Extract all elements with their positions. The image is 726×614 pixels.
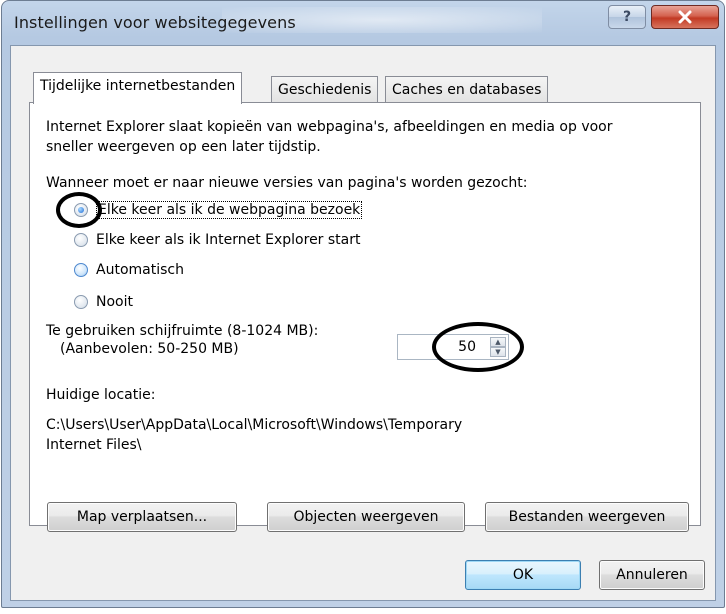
view-objects-button[interactable]: Objecten weergeven [267,502,465,532]
description-line-1: Internet Explorer slaat kopieën van webp… [46,119,613,135]
current-location-line-1: C:\Users\User\AppData\Local\Microsoft\Wi… [46,417,463,433]
radio-label: Elke keer als ik de webpagina bezoek [96,201,363,219]
title-bar[interactable]: Instellingen voor websitegegevens ? x [2,1,724,45]
radio-icon[interactable] [74,233,88,247]
disk-space-stepper[interactable]: 50 ▲ ▼ [397,334,509,360]
radio-never[interactable]: Nooit [74,291,133,313]
help-button[interactable]: ? [608,5,646,29]
radio-automatic[interactable]: Automatisch [74,259,184,281]
radio-label: Nooit [96,294,133,310]
radio-icon[interactable] [74,295,88,309]
dialog-content: Tijdelijke internetbestanden Geschiedeni… [10,45,716,601]
radio-icon[interactable] [74,263,88,277]
help-icon: ? [622,9,632,25]
radio-every-start[interactable]: Elke keer als ik Internet Explorer start [74,229,361,251]
radio-label: Automatisch [96,262,184,278]
tab-caches-databases[interactable]: Caches en databases [385,76,549,102]
tab-panel: Internet Explorer slaat kopieën van webp… [29,102,701,526]
spin-down-icon[interactable]: ▼ [490,347,506,357]
radio-every-visit[interactable]: Elke keer als ik de webpagina bezoek [74,199,363,221]
ok-button[interactable]: OK [465,560,581,590]
radio-label: Elke keer als ik Internet Explorer start [96,232,361,248]
close-icon [678,10,692,24]
current-location-line-2: Internet Files\ [46,437,142,453]
tab-history[interactable]: Geschiedenis [271,76,379,102]
view-files-button[interactable]: Bestanden weergeven [485,502,689,532]
current-location-label: Huidige locatie: [46,387,156,403]
check-question: Wanneer moet er naar nieuwe versies van … [46,175,528,191]
description-line-2: sneller weergeven op een later tijdstip. [46,139,321,155]
move-folder-button[interactable]: Map verplaatsen... [47,502,237,532]
disk-space-recommended: (Aanbevolen: 50-250 MB) [60,341,239,357]
settings-dialog: Instellingen voor websitegegevens ? x Ti… [1,0,725,608]
cancel-button[interactable]: Annuleren [599,560,705,590]
spin-up-icon[interactable]: ▲ [490,337,506,347]
disk-space-value[interactable]: 50 [458,339,476,355]
close-button[interactable]: x [651,5,719,29]
spin-buttons: ▲ ▼ [490,337,506,357]
tab-temporary-internet-files[interactable]: Tijdelijke internetbestanden [33,72,243,104]
radio-checked-icon[interactable] [74,203,88,217]
window-title: Instellingen voor websitegegevens [14,13,296,32]
